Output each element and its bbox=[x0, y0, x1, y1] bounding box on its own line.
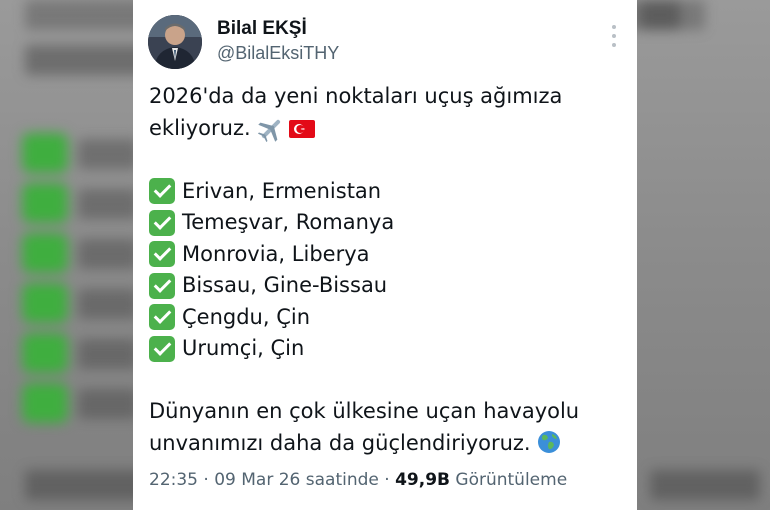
destination-label: Temeşvar, Romanya bbox=[182, 210, 395, 234]
closing-line-2-row: unvanımızı daha da güçlendiriyoruz. bbox=[149, 428, 619, 460]
tweet-header: Bilal EKŞİ @BilalEksiTHY bbox=[148, 15, 622, 70]
intro-line-2-row: ekliyoruz. bbox=[149, 113, 619, 145]
destination-label: Monrovia, Liberya bbox=[182, 241, 370, 266]
check-mark-icon bbox=[149, 335, 175, 362]
meta-separator: · bbox=[203, 470, 209, 490]
destination-label: Erivan, Ermenistan bbox=[182, 178, 382, 203]
destination-item: Urumçi, Çin bbox=[149, 333, 619, 365]
author-info: Bilal EKŞİ @BilalEksiTHY bbox=[217, 18, 339, 64]
tweet-text: 2026'da da yeni noktaları uçuş ağımıza e… bbox=[149, 81, 619, 459]
destination-label: Urumçi, Çin bbox=[182, 336, 305, 360]
closing-line-1: Dünyanın en çok ülkesine uçan havayolu bbox=[149, 399, 580, 423]
tweet-time[interactable]: 22:35 bbox=[149, 470, 198, 490]
destination-label: Bissau, Gine-Bissau bbox=[182, 273, 388, 297]
check-mark-icon bbox=[149, 209, 175, 236]
views-count[interactable]: 49,9B bbox=[395, 470, 450, 490]
closing-line-2: unvanımızı daha da güçlendiriyoruz. bbox=[149, 430, 531, 455]
airplane-emoji-icon bbox=[257, 119, 280, 142]
destination-item: Erivan, Ermenistan bbox=[149, 176, 619, 208]
destination-item: Monrovia, Liberya bbox=[149, 239, 619, 271]
tweet-meta: 22:35 · 09 Mar 26 saatinde · 49,9B Görün… bbox=[149, 470, 567, 490]
check-mark-icon bbox=[149, 304, 175, 331]
emoji-group bbox=[257, 116, 315, 142]
intro-line-1: 2026'da da yeni noktaları uçuş ağımıza bbox=[149, 84, 563, 108]
destination-label: Çengdu, Çin bbox=[182, 304, 311, 329]
check-mark-icon bbox=[149, 241, 175, 268]
turkey-flag-emoji-icon bbox=[288, 119, 315, 138]
tweet-date[interactable]: 09 Mar 26 saatinde bbox=[214, 470, 379, 490]
tweet-card: Bilal EKŞİ @BilalEksiTHY 2026'da da yeni… bbox=[133, 0, 637, 510]
more-options-icon[interactable] bbox=[608, 25, 620, 47]
destination-item: Bissau, Gine-Bissau bbox=[149, 270, 619, 302]
display-name[interactable]: Bilal EKŞİ bbox=[217, 18, 339, 40]
profile-photo-icon bbox=[148, 15, 202, 69]
destination-item: Çengdu, Çin bbox=[149, 302, 619, 334]
meta-separator: · bbox=[384, 470, 390, 490]
check-mark-icon bbox=[149, 178, 175, 205]
handle[interactable]: @BilalEksiTHY bbox=[217, 42, 339, 64]
destination-item: Temeşvar, Romanya bbox=[149, 207, 619, 239]
globe-emoji-icon bbox=[538, 430, 561, 453]
intro-line-2: ekliyoruz. bbox=[149, 115, 251, 140]
check-mark-icon bbox=[149, 272, 175, 299]
avatar[interactable] bbox=[148, 15, 202, 69]
views-label: Görüntüleme bbox=[455, 470, 568, 490]
